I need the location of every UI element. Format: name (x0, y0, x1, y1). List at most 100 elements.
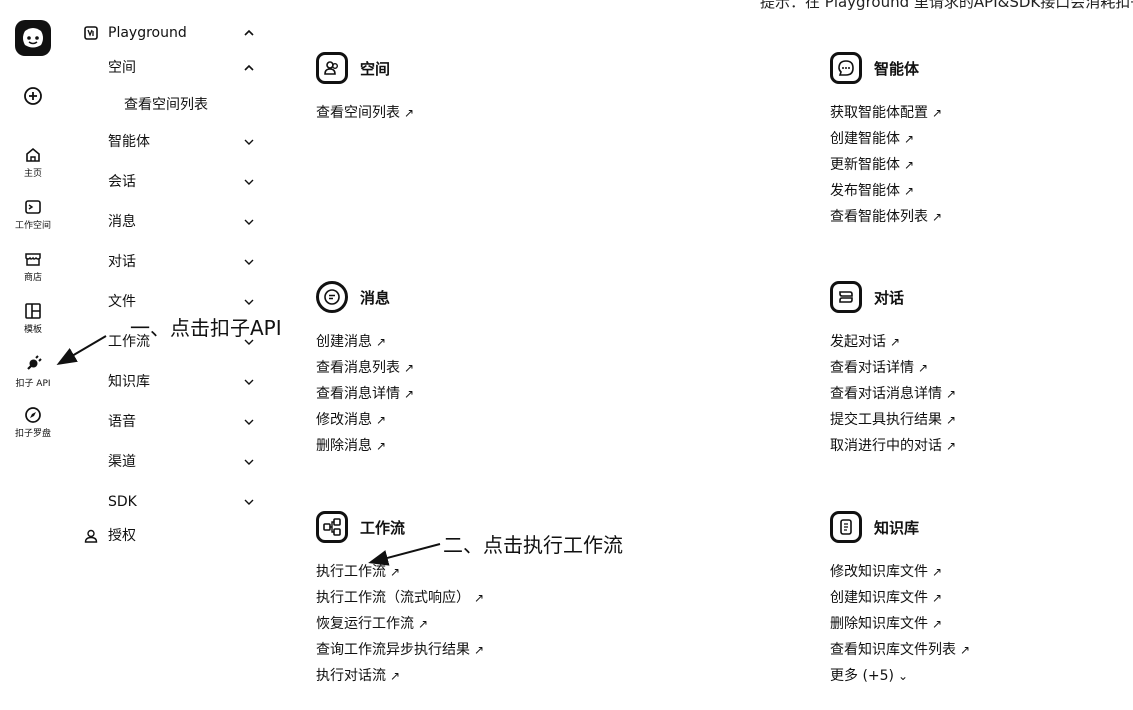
api-link[interactable]: 创建智能体 ↗ (830, 128, 942, 154)
section-title: 知识库 (874, 519, 920, 537)
external-link-icon: ↗ (390, 565, 401, 579)
annotation-step2: 二、点击执行工作流 (443, 533, 623, 557)
rail-item-home[interactable]: 主页 (0, 146, 66, 179)
chat-bubble-icon (830, 52, 862, 84)
chevron-down-icon (244, 219, 254, 225)
external-link-icon: ↗ (376, 439, 387, 453)
menu-item[interactable]: 消息 (80, 211, 260, 233)
external-link-icon: ↗ (904, 184, 915, 198)
external-link-icon: ↗ (904, 132, 915, 146)
api-link[interactable]: 取消进行中的对话 ↗ (830, 435, 956, 461)
external-link-icon: ↗ (474, 643, 485, 657)
menu-playground[interactable]: Playground (80, 22, 260, 44)
external-link-icon: ↗ (932, 565, 943, 579)
menu-item[interactable]: 会话 (80, 171, 260, 193)
api-link[interactable]: 恢复运行工作流 ↗ (316, 613, 484, 639)
external-link-icon: ↗ (932, 210, 943, 224)
external-link-icon: ↗ (960, 643, 971, 657)
rail-label: 扣子罗盘 (14, 429, 51, 439)
create-plus-icon[interactable] (23, 86, 43, 110)
api-link[interactable]: 执行工作流 ↗ (316, 561, 484, 587)
api-link[interactable]: 提交工具执行结果 ↗ (830, 409, 956, 435)
api-link[interactable]: 查询工作流异步执行结果 ↗ (316, 639, 484, 665)
external-link-icon: ↗ (890, 335, 901, 349)
external-link-icon: ↗ (404, 106, 415, 120)
api-link[interactable]: 查看空间列表 ↗ (316, 102, 414, 128)
menu-item[interactable]: 智能体 (80, 131, 260, 153)
chevron-down-icon (244, 299, 254, 305)
rail-label: 模板 (23, 325, 42, 335)
store-icon (25, 253, 41, 266)
menu-space-list[interactable]: 查看空间列表 (124, 94, 208, 114)
external-link-icon: ↗ (404, 361, 415, 375)
api-link[interactable]: 更新智能体 ↗ (830, 154, 942, 180)
api-link[interactable]: 执行工作流（流式响应） ↗ (316, 587, 484, 613)
api-link[interactable]: 发起对话 ↗ (830, 331, 956, 357)
chevron-down-icon (244, 259, 254, 265)
external-link-icon: ↗ (932, 591, 943, 605)
api-link[interactable]: 创建知识库文件 ↗ (830, 587, 970, 613)
chevron-up-icon (244, 64, 254, 71)
external-link-icon: ↗ (474, 591, 485, 605)
section-title: 空间 (360, 60, 391, 78)
rail-item-coze-api[interactable]: 扣子 API (0, 354, 66, 389)
rail-item-template[interactable]: 模板 (0, 302, 66, 335)
chevron-down-icon (244, 459, 254, 465)
api-link[interactable]: 查看对话消息详情 ↗ (830, 383, 956, 409)
api-link[interactable]: 修改知识库文件 ↗ (830, 561, 970, 587)
external-link-icon: ↗ (404, 387, 415, 401)
api-link[interactable]: 查看消息列表 ↗ (316, 357, 414, 383)
api-link[interactable]: 创建消息 ↗ (316, 331, 414, 357)
api-link[interactable]: 查看知识库文件列表 ↗ (830, 639, 970, 665)
menu-item[interactable]: 语音 (80, 411, 260, 433)
api-link[interactable]: 删除消息 ↗ (316, 435, 414, 461)
api-link[interactable]: 查看对话详情 ↗ (830, 357, 956, 383)
api-link[interactable]: 查看智能体列表 ↗ (830, 206, 942, 232)
external-link-icon: ↗ (946, 439, 957, 453)
section-title: 对话 (874, 289, 905, 307)
menu-auth[interactable]: 授权 (80, 525, 260, 547)
home-icon (26, 147, 40, 162)
workflow-icon (316, 511, 348, 543)
playground-icon (84, 26, 98, 40)
rail-item-compass[interactable]: 扣子罗盘 (0, 406, 66, 439)
menu-space[interactable]: 空间 (80, 57, 260, 79)
external-link-icon: ↗ (376, 413, 387, 427)
api-link[interactable]: 获取智能体配置 ↗ (830, 102, 942, 128)
coze-logo[interactable] (15, 20, 51, 56)
left-rail: 主页 工作空间 商店 模板 扣子 API 扣子罗盘 (0, 0, 68, 710)
external-link-icon: ↗ (390, 669, 401, 683)
api-link[interactable]: 修改消息 ↗ (316, 409, 414, 435)
user-icon (84, 529, 98, 543)
external-link-icon: ↗ (946, 387, 957, 401)
external-link-icon: ↗ (376, 335, 387, 349)
rail-item-workspace[interactable]: 工作空间 (0, 198, 66, 231)
external-link-icon: ↗ (946, 413, 957, 427)
api-link[interactable]: 查看消息详情 ↗ (316, 383, 414, 409)
terminal-icon (25, 200, 41, 214)
plug-icon (27, 355, 42, 370)
external-link-icon: ↗ (918, 361, 929, 375)
menu-item[interactable]: SDK (80, 491, 260, 513)
api-link[interactable]: 删除知识库文件 ↗ (830, 613, 970, 639)
chevron-down-icon (244, 179, 254, 185)
api-link[interactable]: 执行对话流 ↗ (316, 665, 484, 691)
top-notice: 提示：在 Playground 里请求的API&SDK接口会消耗扣子资源 (760, 0, 1133, 11)
menu-item[interactable]: 对话 (80, 251, 260, 273)
annotation-step1: 一、点击扣子API (130, 316, 282, 340)
menu-item[interactable]: 文件 (80, 291, 260, 313)
document-icon (830, 511, 862, 543)
people-icon (316, 52, 348, 84)
api-link[interactable]: 发布智能体 ↗ (830, 180, 942, 206)
external-link-icon: ↗ (418, 617, 429, 631)
chevron-down-icon: ⌄ (898, 669, 909, 683)
chevron-down-icon (244, 139, 254, 145)
menu-item[interactable]: 知识库 (80, 371, 260, 393)
more-link[interactable]: 更多 (+5) ⌄ (830, 665, 970, 691)
menu-item[interactable]: 渠道 (80, 451, 260, 473)
rail-label: 扣子 API (15, 379, 51, 389)
compass-icon (25, 407, 41, 423)
rail-item-store[interactable]: 商店 (0, 250, 66, 283)
chevron-down-icon (244, 419, 254, 425)
rail-label: 主页 (23, 169, 42, 179)
